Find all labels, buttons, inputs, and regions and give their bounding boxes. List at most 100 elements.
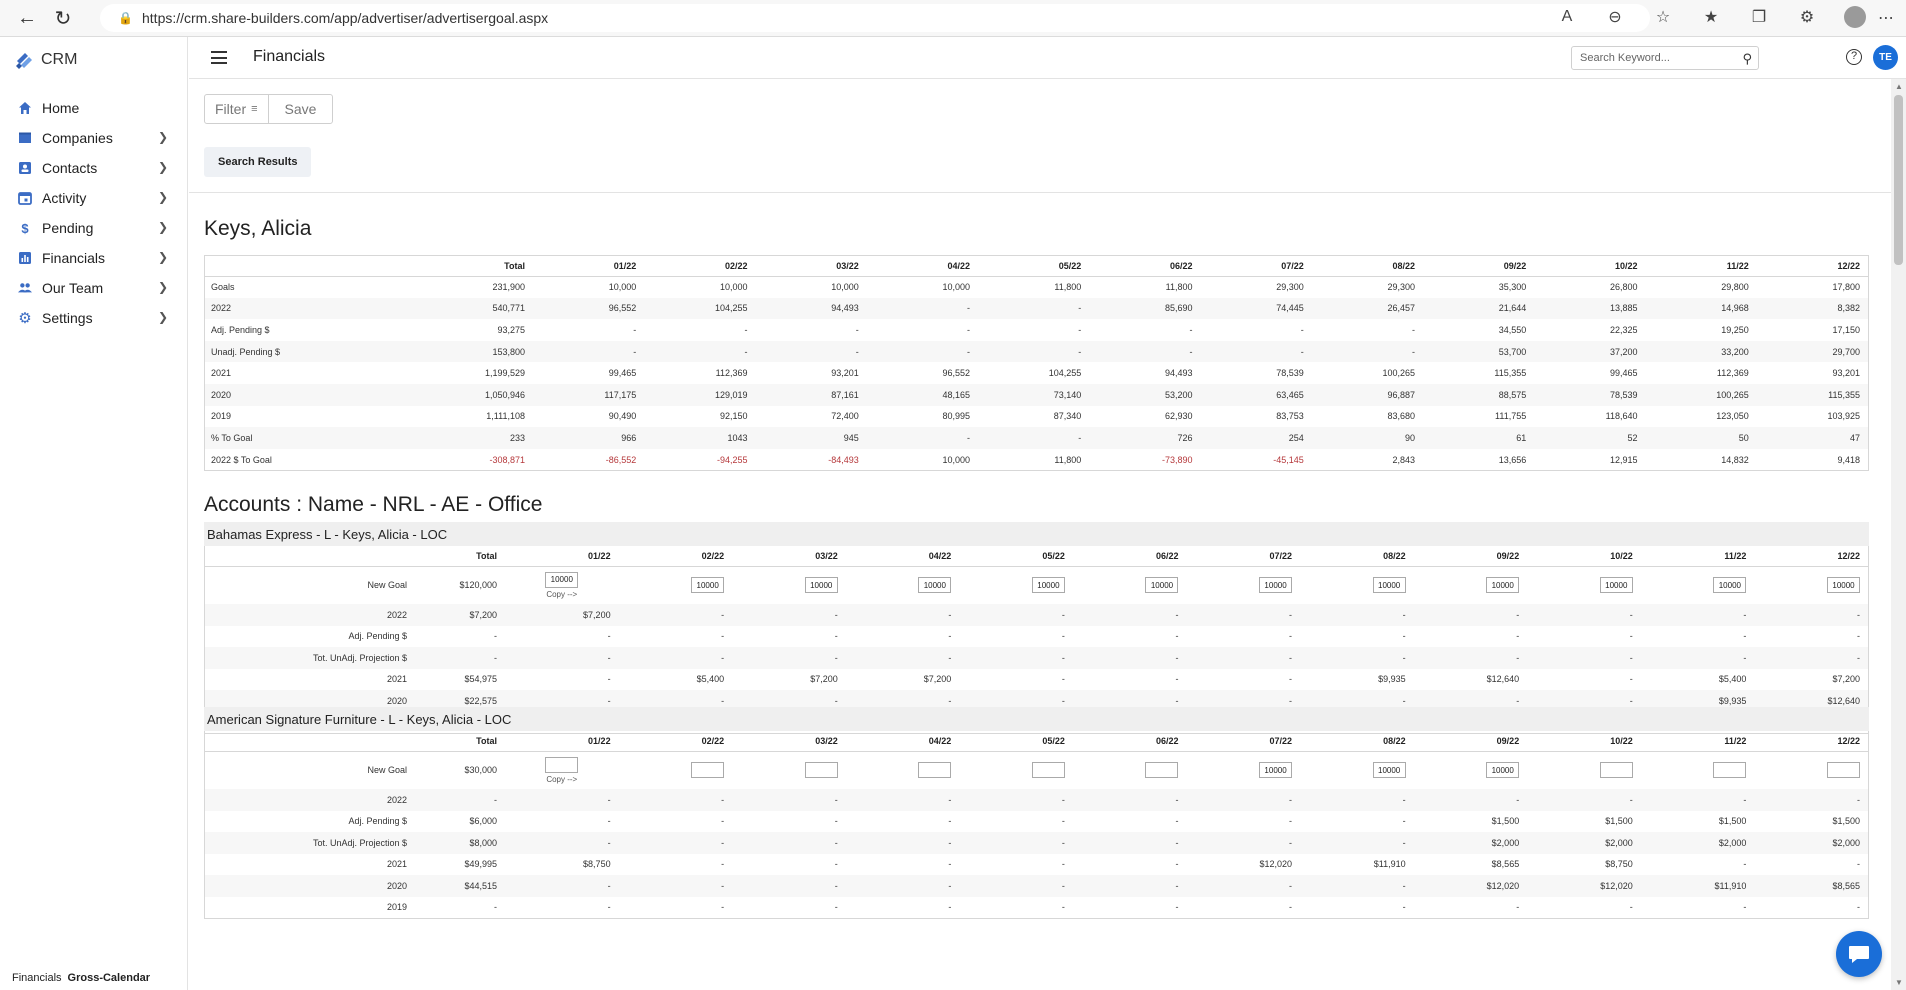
favorite-add-icon[interactable]: ☆ xyxy=(1652,6,1674,28)
search-input[interactable]: Search Keyword... ⚲ xyxy=(1571,46,1759,70)
scroll-up-icon[interactable]: ▲ xyxy=(1895,82,1903,91)
sidebar-item-contacts[interactable]: Contacts ❯ xyxy=(0,153,188,183)
goal-input[interactable] xyxy=(545,756,579,773)
help-icon[interactable]: ? xyxy=(1846,49,1862,65)
sidebar-item-settings[interactable]: ⚙ Settings ❯ xyxy=(0,303,188,333)
scrollbar-thumb[interactable] xyxy=(1894,95,1903,265)
search-results-button[interactable]: Search Results xyxy=(204,147,312,177)
copy-link[interactable]: Copy --> xyxy=(546,590,577,599)
sidebar-item-home[interactable]: Home xyxy=(0,93,188,123)
table-cell: - xyxy=(1078,324,1082,335)
reload-icon[interactable]: ↻ xyxy=(46,1,80,35)
table-cell: $1,500 xyxy=(1605,816,1633,827)
goal-input[interactable] xyxy=(804,577,838,594)
goal-input[interactable] xyxy=(1827,762,1860,779)
search-icon[interactable]: ⚲ xyxy=(1742,51,1752,67)
table-cell: - xyxy=(1300,832,1414,854)
goal-input[interactable] xyxy=(1259,577,1293,594)
chevron-right-icon: ❯ xyxy=(157,190,168,204)
column-header: 05/22 xyxy=(978,256,1090,277)
goal-input[interactable] xyxy=(918,577,952,594)
goal-input[interactable] xyxy=(1713,762,1747,779)
save-button[interactable]: Save xyxy=(267,95,333,123)
goal-input[interactable] xyxy=(1372,577,1406,594)
zoom-out-icon[interactable]: ⊖ xyxy=(1604,6,1626,28)
avatar[interactable]: TE xyxy=(1873,45,1898,70)
goal-input[interactable] xyxy=(1599,577,1633,594)
table-cell: 87,161 xyxy=(755,383,867,406)
row-label: 2022 $ To Goal xyxy=(211,454,272,465)
sidebar-item-activity[interactable]: Activity ❯ xyxy=(0,183,188,213)
more-menu-icon[interactable]: ⋯ xyxy=(1878,8,1894,28)
sidebar-item-our-team[interactable]: Our Team ❯ xyxy=(0,273,188,303)
sidebar-item-companies[interactable]: Companies ❯ xyxy=(0,123,188,153)
summary-table: Total 01/22 02/22 03/22 04/22 05/22 06/22 07/22… xyxy=(204,255,1869,472)
table-cell: - xyxy=(505,875,619,897)
filter-button[interactable]: Filter ≡ xyxy=(205,95,268,123)
table-cell: - xyxy=(1743,902,1747,913)
scroll-down-icon[interactable]: ▼ xyxy=(1895,978,1903,987)
goal-input[interactable] xyxy=(691,577,725,594)
table-cell: $2,000 xyxy=(1640,832,1755,854)
table-cell: 945 xyxy=(755,427,867,449)
sidebar-item-pending[interactable]: $ Pending ❯ xyxy=(0,213,188,243)
table-cell: 53,200 xyxy=(1089,383,1201,406)
chat-button[interactable] xyxy=(1836,931,1882,977)
goal-input[interactable] xyxy=(918,762,952,779)
goal-input[interactable] xyxy=(1372,762,1406,779)
goal-input[interactable] xyxy=(804,762,838,779)
profile-icon[interactable] xyxy=(1844,6,1866,28)
table-cell: 1043 xyxy=(644,427,756,449)
breadcrumb-view: Gross-Calendar xyxy=(67,972,151,984)
copy-link[interactable]: Copy --> xyxy=(546,775,577,784)
sidebar-item-label: Pending xyxy=(42,220,94,236)
table-cell: $7,200 xyxy=(923,674,952,685)
table-cell: -86,552 xyxy=(605,454,637,465)
goal-input[interactable] xyxy=(1031,577,1065,594)
table-cell: $54,975 xyxy=(464,674,497,685)
table-cell: -73,890 xyxy=(1161,454,1193,465)
read-aloud-icon[interactable]: A xyxy=(1556,6,1578,28)
table-cell: - xyxy=(1413,647,1528,669)
goal-input[interactable] xyxy=(1713,577,1747,594)
collections-icon[interactable]: ❐ xyxy=(1748,6,1770,28)
favorites-icon[interactable]: ★ xyxy=(1700,6,1722,28)
goal-input[interactable] xyxy=(1486,762,1520,779)
goal-input[interactable] xyxy=(1827,577,1860,594)
table-cell: 50 xyxy=(1645,427,1757,449)
goal-input[interactable] xyxy=(1486,577,1520,594)
extensions-icon[interactable]: ⚙ xyxy=(1796,6,1818,28)
goal-cell xyxy=(1186,566,1300,604)
table-cell: $1,500 xyxy=(1718,816,1747,827)
goal-input[interactable] xyxy=(691,762,725,779)
chevron-right-icon: ❯ xyxy=(157,310,168,324)
address-bar[interactable]: 🔒 https://crm.share-builders.com/app/adv… xyxy=(100,4,1650,32)
table-row: Tot. UnAdj. Projection $ $8,000- - - - - - - - $2… xyxy=(205,832,1868,854)
brand[interactable]: CRM xyxy=(14,49,77,71)
table-row: 2021 1,199,529 99,465 112,369 93,201 96,552 10… xyxy=(205,362,1868,384)
goal-input[interactable] xyxy=(1259,762,1293,779)
row-label: 2022 xyxy=(205,604,415,626)
table-cell: - xyxy=(618,647,733,669)
goal-input[interactable] xyxy=(545,571,579,588)
back-icon[interactable]: ← xyxy=(10,1,44,35)
goal-input[interactable] xyxy=(1145,577,1179,594)
table-row: 2021 $49,995 $8,750 - - - - - $12,020 $11,910 $8,5… xyxy=(205,854,1868,876)
goal-input[interactable] xyxy=(1031,762,1065,779)
column-header: 10/22 xyxy=(1534,256,1646,277)
table-cell: - xyxy=(845,789,960,811)
building-icon xyxy=(18,131,32,145)
table-cell: - xyxy=(845,604,960,626)
goal-input-group: Copy --> xyxy=(545,756,579,784)
sidebar-item-financials[interactable]: Financials ❯ xyxy=(0,243,188,273)
page-scrollbar[interactable]: ▲ ▼ xyxy=(1891,79,1906,990)
goal-input[interactable] xyxy=(1599,762,1633,779)
goal-input[interactable] xyxy=(1145,762,1179,779)
sidebar-item-label: Our Team xyxy=(42,280,104,296)
table-cell: $8,750 xyxy=(583,859,611,870)
table-cell: - xyxy=(978,297,1090,320)
goal-cell xyxy=(1527,751,1641,789)
table-cell: 9,418 xyxy=(1837,454,1860,465)
hamburger-menu-icon[interactable] xyxy=(211,51,227,64)
table-cell: $12,020 xyxy=(1413,875,1528,897)
